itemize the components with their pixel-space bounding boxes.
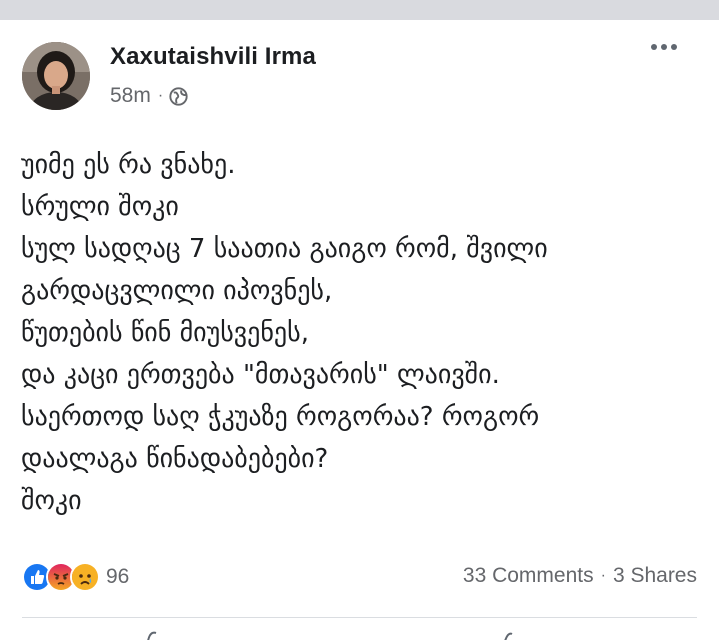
post-line: და კაცი ერთვება "მთავარის" ლაივში.: [21, 360, 500, 390]
post-line: საერთოდ საღ ჭკუაზე როგორაა? როგორ: [21, 402, 540, 432]
engagement-stats: 33 Comments · 3 Shares: [463, 564, 697, 588]
meta-separator: ·: [157, 87, 164, 104]
author-name[interactable]: Xaxutaishvili Irma: [110, 43, 316, 71]
shares-link[interactable]: 3 Shares: [613, 564, 697, 588]
comments-link[interactable]: 33 Comments: [463, 564, 594, 588]
post-meta: 58m ·: [110, 84, 188, 108]
post-line: სრული შოკი: [21, 192, 179, 222]
divider: [22, 617, 697, 618]
top-band: [0, 0, 719, 20]
reaction-count: 96: [106, 565, 130, 588]
post-line: უიმე ეს რა ვნახე.: [21, 150, 236, 180]
stats-separator: ·: [600, 567, 606, 584]
post-line: შოკი: [21, 486, 82, 516]
avatar[interactable]: [22, 42, 90, 110]
post-line: წუთების წინ მიუსვენეს,: [21, 318, 309, 348]
post-line: გარდაცვლილი იპოვნეს,: [21, 276, 333, 306]
reactions-summary[interactable]: 96: [22, 562, 129, 592]
globe-icon[interactable]: [169, 86, 188, 106]
avatar-image: [22, 42, 90, 110]
post-line: დაალაგა წინადაბებები?: [21, 444, 329, 474]
post-time[interactable]: 58m: [110, 84, 151, 108]
more-dot: [661, 44, 667, 50]
more-dot: [651, 44, 657, 50]
sad-reaction-icon: [70, 562, 100, 592]
more-dot: [671, 44, 677, 50]
post-line: სულ სადღაც 7 საათია გაიგო რომ, შვილი: [21, 234, 548, 264]
more-options-icon[interactable]: [651, 44, 677, 50]
action-bar-peek: [0, 628, 719, 640]
post-text: უიმე ეს რა ვნახე. სრული შოკი სულ სადღაც …: [21, 144, 711, 522]
